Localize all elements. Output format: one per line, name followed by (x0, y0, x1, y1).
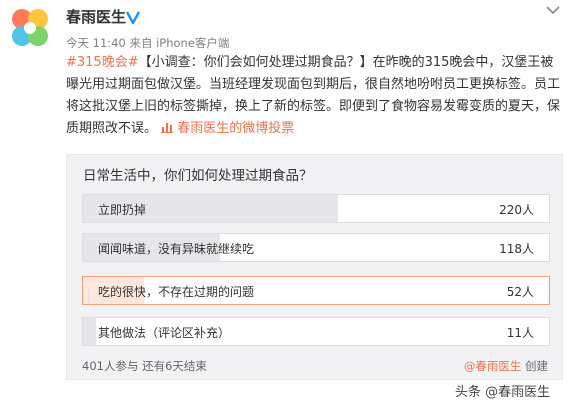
toutiao-watermark: 头条 @春雨医生 (455, 385, 551, 400)
poll-option-count: 11人 (506, 326, 534, 340)
vote-chart-icon (161, 123, 174, 133)
poll-option-label: 立即扔掉 (98, 203, 147, 217)
poll-option[interactable]: 立即扔掉 220人 (82, 194, 550, 223)
poll-remaining: 还有6天结束 (142, 359, 207, 373)
poll-option-count: 52人 (506, 285, 534, 299)
poll-option-fill (83, 318, 96, 345)
poll-option-label: 吃的很快，不存在过期的问题 (98, 285, 255, 299)
post-body: #315晚会#【小调查：你们会如何处理过期食品？】在昨晚的315晚会中，汉堡王被… (66, 52, 566, 140)
poll-option[interactable]: 其他做法（评论区补充） 11人 (82, 317, 550, 346)
chunyu-logo-icon (12, 9, 48, 46)
poll-option-label: 其他做法（评论区补充） (98, 326, 231, 340)
poll-option-count: 220人 (499, 203, 534, 217)
poll-created-label: 创建 (525, 359, 548, 373)
vote-link[interactable]: 春雨医生的微博投票 (161, 121, 294, 136)
chevron-down-icon[interactable] (546, 5, 560, 15)
poll-option[interactable]: 闻闻味道，没有异昧就继续吃 118人 (82, 233, 550, 262)
poll-card: 日常生活中，你们如何处理过期食品？ 立即扔掉 220人 闻闻味道，没有异昧就继续… (66, 154, 563, 380)
poll-creator-link[interactable]: @春雨医生 (464, 359, 522, 373)
poll-option-label: 闻闻味道，没有异昧就继续吃 (98, 242, 255, 256)
poll-option-selected[interactable]: 吃的很快，不存在过期的问题 52人 (82, 276, 550, 305)
poll-participants: 401人参与 (82, 359, 139, 373)
poll-option-count: 118人 (499, 242, 534, 256)
verified-badge-icon (125, 11, 141, 25)
poll-question: 日常生活中，你们如何处理过期食品？ (83, 168, 313, 184)
post-meta: 今天 11:40 来自 iPhone客户端 (66, 36, 230, 50)
author-name[interactable]: 春雨医生 (66, 6, 126, 27)
post-text: 【小调查：你们会如何处理过期食品？】在昨晚的315晚会中，汉堡王被曝光用过期面包… (66, 55, 561, 136)
poll-creator: @春雨医生 创建 (464, 358, 548, 374)
vote-link-label[interactable]: 春雨医生的微博投票 (177, 121, 294, 136)
hashtag-link[interactable]: #315晚会# (66, 55, 139, 70)
poll-stats: 401人参与 还有6天结束 (82, 358, 207, 374)
